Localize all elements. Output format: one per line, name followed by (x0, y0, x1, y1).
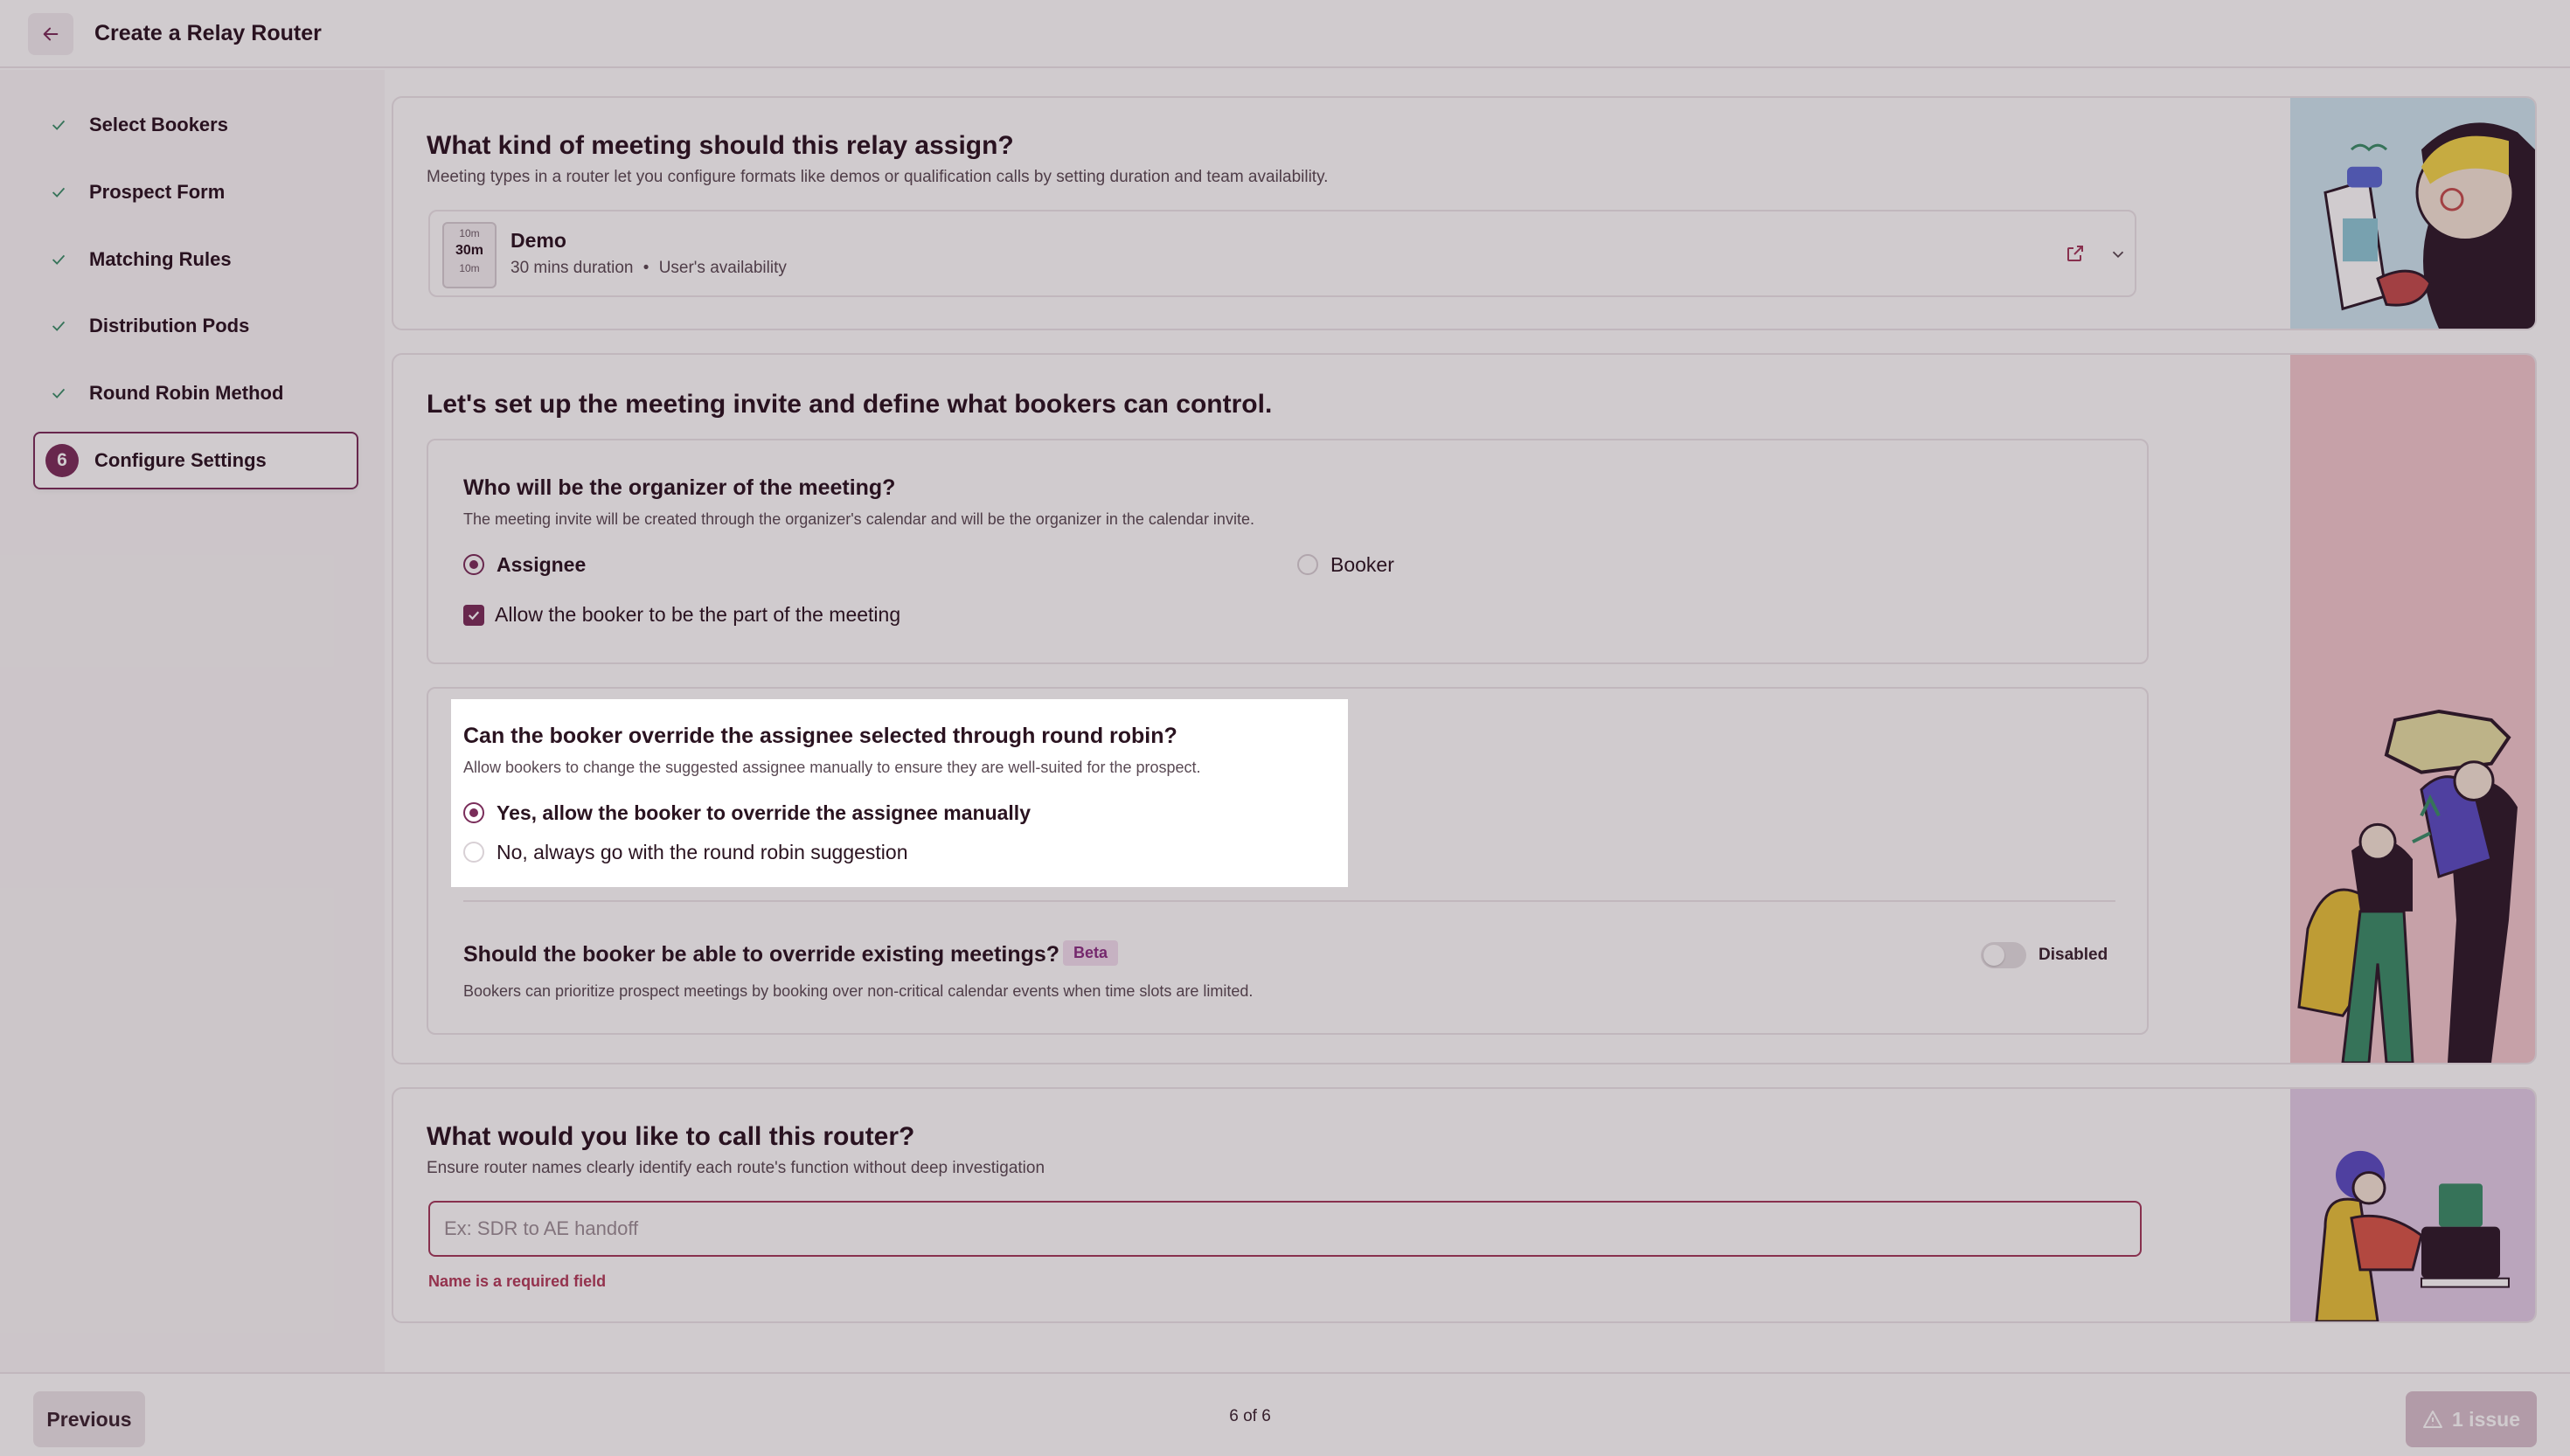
override-description: Allow bookers to change the suggested as… (463, 759, 1201, 776)
footer-bar: Previous 6 of 6 1 issue (0, 1372, 2570, 1456)
meeting-type-title: What kind of meeting should this relay a… (427, 131, 1014, 160)
override-question: Can the booker override the assignee sel… (463, 724, 1177, 748)
warning-triangle-icon (2423, 1411, 2442, 1428)
invite-settings-card: Let's set up the meeting invite and defi… (392, 353, 2537, 1064)
arrow-left-icon (43, 27, 59, 41)
assignee-radio[interactable] (463, 554, 484, 575)
organizer-question: Who will be the organizer of the meeting… (463, 475, 896, 500)
meeting-name: Demo (511, 229, 566, 252)
override-no-label: No, always go with the round robin sugge… (497, 841, 908, 863)
sidebar-item-select-bookers[interactable]: Select Bookers (33, 98, 358, 152)
issues-button[interactable]: 1 issue (2406, 1391, 2537, 1447)
booker-radio[interactable] (1297, 554, 1318, 575)
sidebar-item-label: Distribution Pods (89, 315, 250, 336)
check-icon (44, 245, 73, 274)
sidebar-item-prospect-form[interactable]: Prospect Form (33, 165, 358, 219)
existing-meetings-description: Bookers can prioritize prospect meetings… (463, 982, 1254, 1000)
meeting-illustration (2290, 98, 2535, 329)
sidebar-item-label: Configure Settings (94, 449, 267, 471)
desk-illustration (2290, 1089, 2535, 1321)
meeting-type-card: What kind of meeting should this relay a… (392, 96, 2537, 330)
team-illustration (2290, 355, 2535, 1063)
page-title: Create a Relay Router (94, 21, 322, 45)
organizer-description: The meeting invite will be created throu… (463, 510, 1254, 528)
organizer-section: Who will be the organizer of the meeting… (427, 439, 2149, 664)
sidebar-item-distribution-pods[interactable]: Distribution Pods (33, 299, 358, 353)
top-bar: Create a Relay Router (0, 0, 2570, 68)
assignee-option-label: Assignee (497, 553, 587, 576)
sidebar-item-label: Matching Rules (89, 248, 232, 270)
invite-title: Let's set up the meeting invite and defi… (427, 390, 1273, 419)
router-name-description: Ensure router names clearly identify eac… (427, 1159, 1045, 1177)
existing-meetings-toggle[interactable] (1981, 942, 2026, 968)
step-number-badge: 6 (45, 444, 79, 477)
sidebar-item-label: Select Bookers (89, 114, 228, 135)
meeting-type-description: Meeting types in a router let you config… (427, 168, 1329, 186)
router-name-input[interactable] (428, 1201, 2142, 1257)
sidebar-item-matching-rules[interactable]: Matching Rules (33, 232, 358, 287)
external-link-icon[interactable] (2065, 243, 2086, 268)
check-icon (44, 311, 73, 341)
divider (463, 900, 2115, 902)
check-icon (44, 177, 73, 207)
duration-icon: 10m 30m 10m (442, 222, 497, 288)
booker-part-checkbox[interactable] (463, 605, 484, 626)
sidebar-item-round-robin-method[interactable]: Round Robin Method (33, 366, 358, 420)
sidebar-item-label: Round Robin Method (89, 382, 284, 404)
chevron-down-icon[interactable] (2108, 245, 2128, 268)
override-yes-radio[interactable] (463, 802, 484, 823)
override-no-radio[interactable] (463, 842, 484, 863)
router-name-card: What would you like to call this router?… (392, 1087, 2537, 1323)
booker-option-label: Booker (1330, 553, 1394, 576)
previous-button[interactable]: Previous (33, 1391, 145, 1447)
steps-sidebar: Select Bookers Prospect Form Matching Ru… (0, 70, 385, 1372)
router-name-error: Name is a required field (428, 1272, 607, 1290)
sidebar-item-configure-settings[interactable]: 6 Configure Settings (33, 432, 358, 489)
step-pager: 6 of 6 (1229, 1407, 1271, 1425)
override-section: Can the booker override the assignee sel… (427, 687, 2149, 1035)
existing-meetings-question: Should the booker be able to override ex… (463, 942, 1060, 967)
issues-label: 1 issue (2452, 1407, 2520, 1431)
toggle-label: Disabled (2039, 946, 2108, 964)
check-icon (468, 611, 480, 621)
sidebar-item-label: Prospect Form (89, 181, 226, 203)
router-name-title: What would you like to call this router? (427, 1122, 915, 1151)
meeting-type-select[interactable]: 10m 30m 10m Demo 30 mins duration • User… (428, 210, 2136, 297)
check-icon (44, 110, 73, 140)
booker-part-label: Allow the booker to be the part of the m… (495, 603, 901, 626)
check-icon (44, 378, 73, 408)
beta-badge: Beta (1063, 940, 1119, 966)
override-yes-label: Yes, allow the booker to override the as… (497, 801, 1031, 824)
back-button[interactable] (28, 13, 73, 55)
meeting-meta: 30 mins duration • User's availability (511, 259, 787, 277)
